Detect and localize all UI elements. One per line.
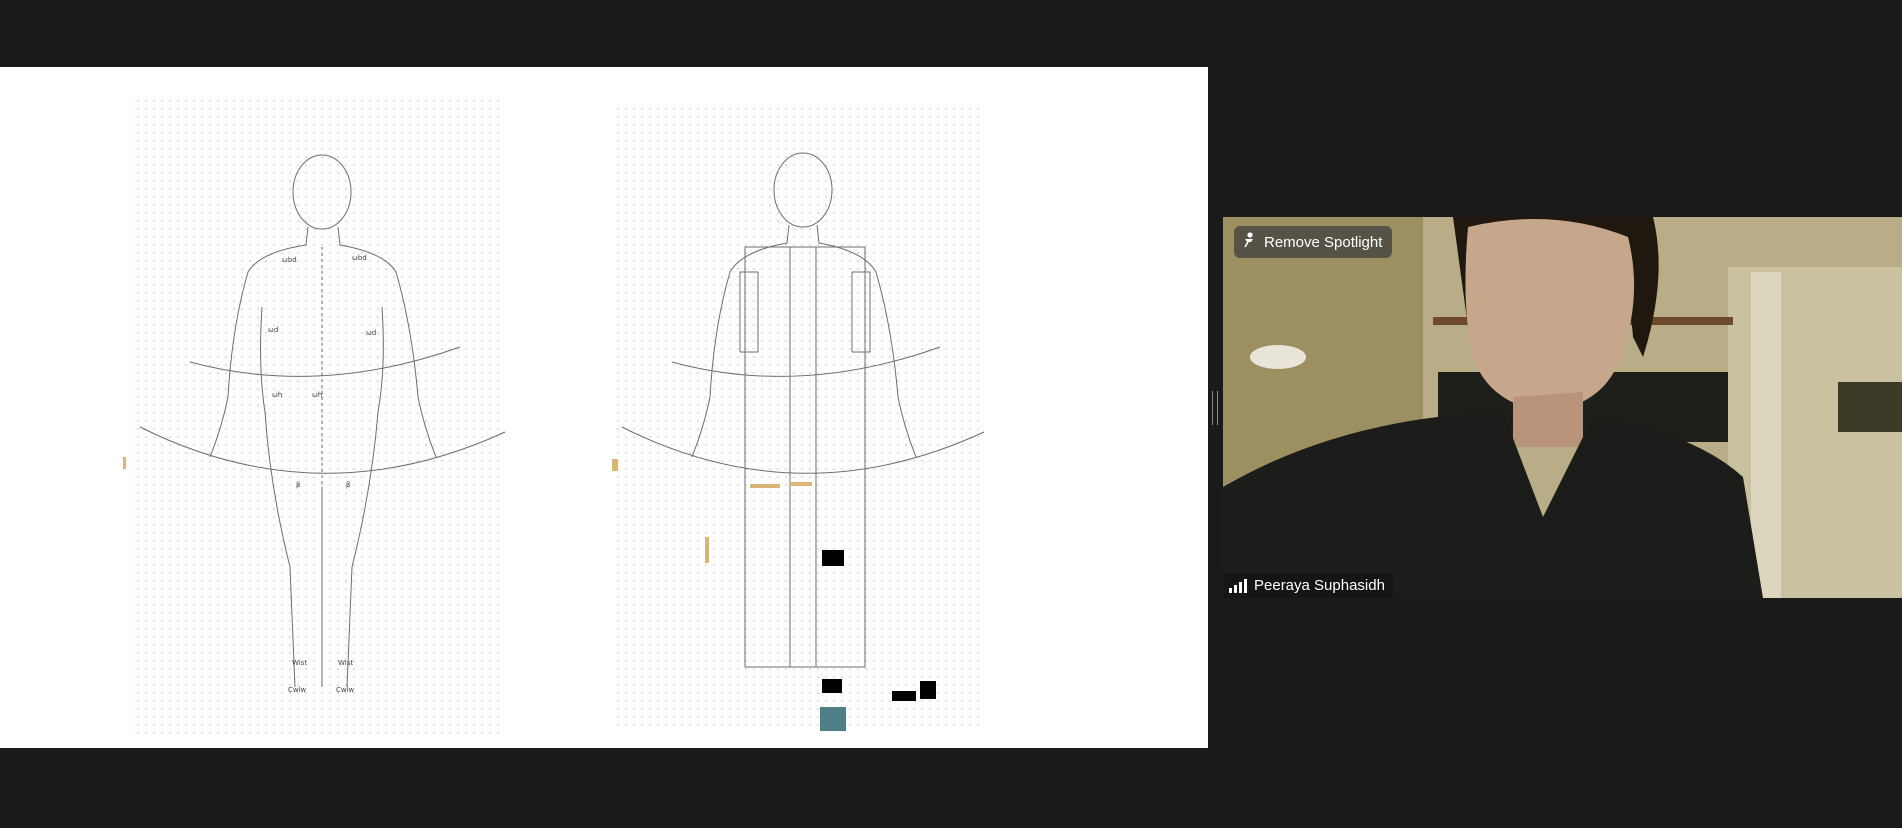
pin-icon [1242,232,1256,252]
remove-spotlight-button[interactable]: Remove Spotlight [1234,226,1393,258]
svg-text:ωbd: ωbd [352,254,367,262]
shared-screen: ωbd ωbd ωd ωd ωh ωh β β Wist Wist Cwlw Cwlw [0,67,1208,748]
participant-name-tag: Peeraya Suphasidh [1223,573,1393,598]
panel-resize-handle[interactable] [1212,391,1218,425]
svg-text:ωh: ωh [312,391,322,399]
svg-text:β: β [296,481,300,489]
svg-text:β: β [346,481,350,489]
svg-text:Cwlw: Cwlw [288,686,307,694]
remove-spotlight-label: Remove Spotlight [1264,233,1383,251]
signal-bars-icon [1229,578,1247,593]
svg-text:ωbd: ωbd [282,256,297,264]
sketch-canvas: ωbd ωbd ωd ωd ωh ωh β β Wist Wist Cwlw Cwlw [123,95,985,740]
left-drawing: ωbd ωbd ωd ωd ωh ωh β β Wist Wist Cwlw Cwlw [130,95,506,740]
svg-text:ωd: ωd [366,329,376,337]
svg-text:Wist: Wist [338,659,353,667]
svg-text:ωh: ωh [272,391,282,399]
right-drawing [612,105,985,731]
svg-text:ωd: ωd [268,326,278,334]
svg-text:Cwlw: Cwlw [336,686,355,694]
participant-name: Peeraya Suphasidh [1254,577,1385,594]
participant-video[interactable]: Remove Spotlight Peeraya Suphasidh [1223,217,1902,598]
svg-text:Wist: Wist [292,659,307,667]
video-frame [1223,217,1902,598]
